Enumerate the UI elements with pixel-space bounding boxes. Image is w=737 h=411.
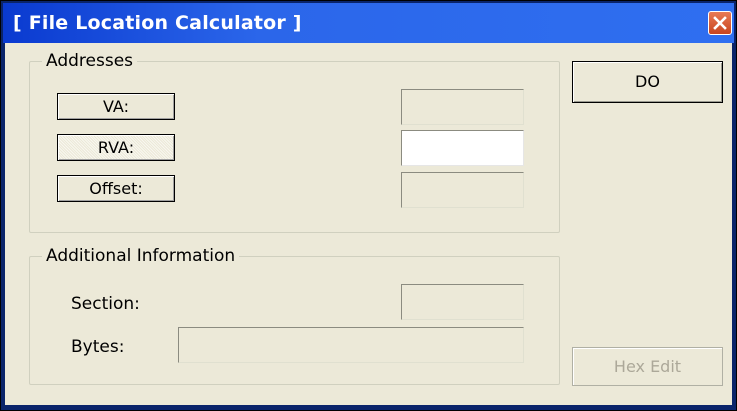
do-button[interactable]: DO — [572, 61, 723, 103]
bytes-input[interactable] — [178, 327, 524, 363]
addresses-group: Addresses VA: RVA: Offset: — [29, 51, 560, 233]
bytes-label: Bytes: — [71, 337, 125, 357]
window-title: [ File Location Calculator ] — [13, 12, 302, 34]
additional-info-group-label: Additional Information — [42, 246, 240, 266]
additional-info-group: Additional Information Section: Bytes: — [29, 246, 560, 385]
close-icon — [713, 16, 727, 30]
dialog-client-area: Addresses VA: RVA: Offset: Additional In… — [5, 43, 732, 405]
close-button[interactable] — [708, 11, 732, 35]
va-input[interactable] — [401, 89, 524, 125]
addresses-group-label: Addresses — [42, 51, 138, 71]
title-bar[interactable]: [ File Location Calculator ] — [3, 3, 734, 43]
hex-edit-button[interactable]: Hex Edit — [572, 347, 723, 386]
offset-input[interactable] — [401, 172, 524, 208]
va-button[interactable]: VA: — [57, 93, 175, 120]
section-label: Section: — [71, 294, 140, 314]
rva-button[interactable]: RVA: — [57, 134, 175, 161]
rva-input[interactable] — [401, 130, 524, 166]
dialog-window: [ File Location Calculator ] Addresses V… — [0, 0, 737, 411]
offset-button[interactable]: Offset: — [57, 175, 175, 202]
section-input[interactable] — [401, 284, 524, 320]
